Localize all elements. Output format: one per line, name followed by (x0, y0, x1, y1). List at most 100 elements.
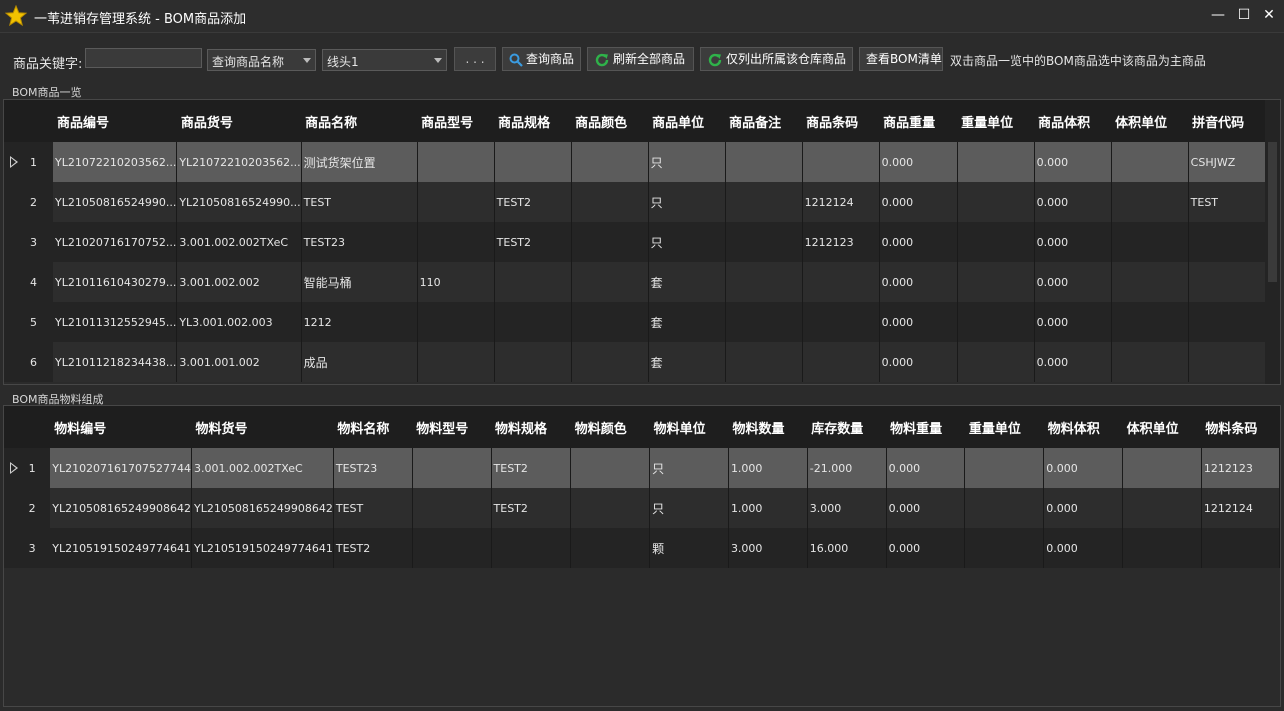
column-header[interactable]: 物料规格 (491, 406, 571, 448)
table-cell[interactable]: YL3.001.002.003 (176, 302, 302, 342)
table-cell[interactable]: YL210508165249908642 (191, 488, 334, 528)
table-row[interactable]: 5 YL21011312552945... YL3.001.002.003 1212 套… (4, 302, 1269, 342)
table-cell[interactable]: 1212123 (1201, 448, 1280, 488)
table-cell[interactable] (571, 222, 649, 262)
table-cell[interactable] (957, 342, 1035, 382)
column-header[interactable]: 拼音代码 (1188, 100, 1269, 142)
table-cell[interactable] (1188, 262, 1269, 302)
table-cell[interactable]: 套 (648, 262, 726, 302)
column-header[interactable]: 重量单位 (957, 100, 1035, 142)
table-cell[interactable] (412, 488, 492, 528)
table-cell[interactable]: TEST23 (301, 222, 418, 262)
column-header[interactable]: 商品颜色 (571, 100, 649, 142)
table-row[interactable]: 3 YL21020716170752... 3.001.002.002TXeC TES… (4, 222, 1269, 262)
column-header[interactable]: 物料货号 (191, 406, 334, 448)
table-cell[interactable]: 110 (417, 262, 495, 302)
close-button[interactable]: ✕ (1259, 6, 1279, 24)
table-cell[interactable] (1111, 302, 1189, 342)
table-cell[interactable]: 0.000 (879, 142, 958, 182)
table-cell[interactable]: 0.000 (1034, 262, 1112, 302)
table-cell[interactable]: 3.001.002.002TXeC (191, 448, 334, 488)
table-cell[interactable] (1111, 182, 1189, 222)
table-cell[interactable] (725, 182, 803, 222)
table-cell[interactable] (1188, 302, 1269, 342)
table-cell[interactable]: TEST2 (333, 528, 413, 568)
column-header[interactable]: 体积单位 (1122, 406, 1202, 448)
table-cell[interactable]: 0.000 (1043, 488, 1124, 528)
table-cell[interactable] (802, 262, 880, 302)
table-cell[interactable]: YL21050816524990... (53, 182, 178, 222)
table-cell[interactable]: 0.000 (1034, 342, 1112, 382)
table-cell[interactable] (571, 342, 649, 382)
table-cell[interactable] (957, 182, 1035, 222)
table-row[interactable]: 2 YL21050816524990... YL21050816524990... T… (4, 182, 1269, 222)
column-header[interactable]: 商品重量 (879, 100, 958, 142)
table-cell[interactable]: YL21050816524990... (176, 182, 302, 222)
table-cell[interactable] (957, 302, 1035, 342)
table-cell[interactable]: 0.000 (879, 182, 958, 222)
table-cell[interactable] (1111, 262, 1189, 302)
table-cell[interactable] (964, 528, 1045, 568)
table-cell[interactable] (494, 262, 572, 302)
table-cell[interactable]: 0.000 (886, 448, 966, 488)
table-cell[interactable] (412, 528, 492, 568)
scrollbar-thumb[interactable] (1268, 142, 1277, 282)
table-cell[interactable] (1122, 488, 1202, 528)
table-cell[interactable]: 3.001.002.002 (176, 262, 302, 302)
column-header[interactable]: 库存数量 (807, 406, 887, 448)
search-field-select[interactable]: 查询商品名称 (207, 49, 316, 71)
table-row[interactable]: 2 YL210508165249908642 YL21050816524990864… (4, 488, 1280, 528)
table-cell[interactable]: YL21072210203562... (53, 142, 178, 182)
table-cell[interactable]: 套 (648, 342, 726, 382)
column-header[interactable]: 物料编号 (50, 406, 192, 448)
table-cell[interactable] (571, 182, 649, 222)
table-cell[interactable] (494, 302, 572, 342)
table-cell[interactable]: YL210519150249774641 (191, 528, 334, 568)
table-cell[interactable]: 16.000 (807, 528, 887, 568)
table-cell[interactable]: 0.000 (879, 262, 958, 302)
table-row[interactable]: 6 YL21011218234438... 3.001.001.002 成品 套 0.00… (4, 342, 1269, 382)
column-header[interactable]: 商品规格 (494, 100, 572, 142)
table-cell[interactable] (417, 222, 495, 262)
table-cell[interactable] (964, 488, 1045, 528)
table-cell[interactable] (725, 342, 803, 382)
table-cell[interactable] (1122, 528, 1202, 568)
query-products-button[interactable]: 查询商品 (502, 47, 581, 71)
table-cell[interactable] (957, 142, 1035, 182)
table-cell[interactable]: 测试货架位置 (301, 142, 418, 182)
column-header[interactable]: 物料重量 (886, 406, 965, 448)
table-cell[interactable] (725, 262, 803, 302)
table-cell[interactable] (725, 302, 803, 342)
table-cell[interactable]: 0.000 (1034, 302, 1112, 342)
table-cell[interactable] (957, 222, 1035, 262)
table-cell[interactable]: 只 (648, 182, 726, 222)
table-cell[interactable] (571, 262, 649, 302)
table-cell[interactable] (571, 142, 649, 182)
table-row[interactable]: 3 YL210519150249774641 YL21051915024977464… (4, 528, 1280, 568)
column-header[interactable]: 商品货号 (176, 100, 302, 142)
table-cell[interactable]: 1212124 (1201, 488, 1280, 528)
table-cell[interactable] (1188, 222, 1269, 262)
table-cell[interactable] (494, 142, 572, 182)
table-cell[interactable] (1122, 448, 1202, 488)
column-header[interactable]: 商品编号 (53, 100, 177, 142)
table-cell[interactable]: YL21011312552945... (53, 302, 178, 342)
table-cell[interactable] (417, 342, 495, 382)
table-cell[interactable]: 0.000 (886, 488, 966, 528)
column-header[interactable]: 商品名称 (301, 100, 418, 142)
table-cell[interactable] (725, 142, 803, 182)
table-cell[interactable]: 1.000 (728, 488, 808, 528)
column-header[interactable]: 商品体积 (1034, 100, 1112, 142)
category-select[interactable]: 线头1 (322, 49, 447, 71)
table-cell[interactable]: 成品 (301, 342, 418, 382)
table-cell[interactable]: 颗 (649, 528, 729, 568)
table-cell[interactable]: YL21072210203562... (176, 142, 302, 182)
column-header[interactable]: 商品单位 (648, 100, 726, 142)
table-cell[interactable] (571, 302, 649, 342)
table-cell[interactable]: 0.000 (1034, 142, 1112, 182)
table-cell[interactable] (725, 222, 803, 262)
column-header[interactable]: 商品条码 (802, 100, 880, 142)
table-cell[interactable]: 0.000 (879, 302, 958, 342)
browse-button[interactable]: . . . (454, 47, 496, 71)
table-cell[interactable]: 0.000 (1034, 222, 1112, 262)
